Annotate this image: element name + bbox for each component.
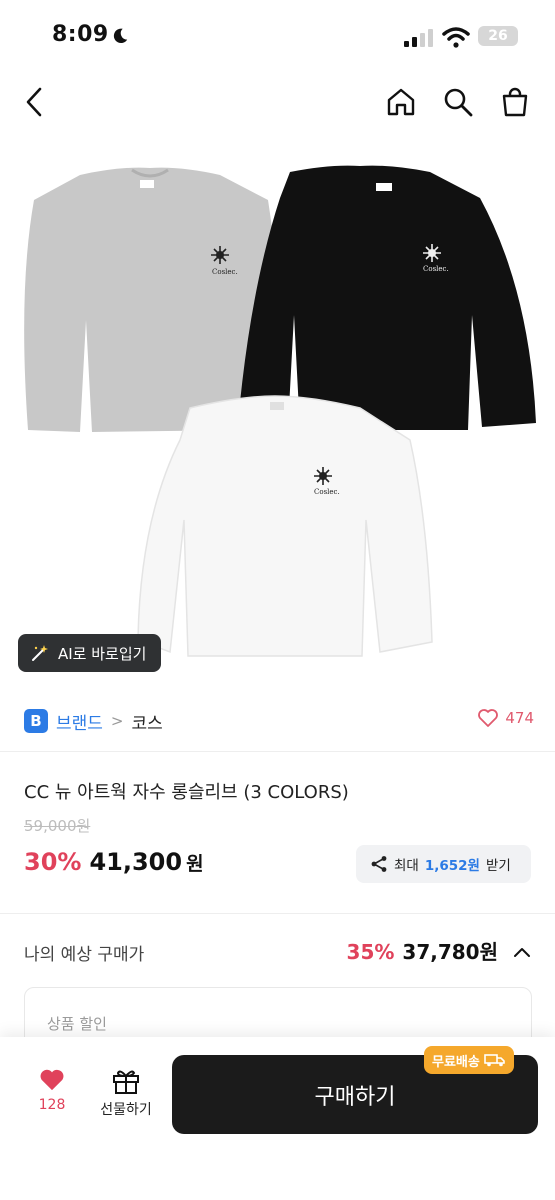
product-like-count: 474 <box>505 709 534 727</box>
cart-button[interactable] <box>493 78 537 126</box>
divider <box>0 751 555 752</box>
ai-try-on-button[interactable]: AI로 바로입기 <box>18 634 161 672</box>
home-button[interactable] <box>379 78 423 126</box>
bottom-like-count: 128 <box>38 1097 66 1113</box>
share-suffix: 받기 <box>485 858 511 874</box>
discount-rate: 30% <box>24 848 82 876</box>
search-icon <box>444 88 473 117</box>
search-button[interactable] <box>436 78 480 126</box>
gift-label: 선물하기 <box>100 1102 152 1118</box>
status-bar: 8:09 26 <box>0 0 555 70</box>
bottom-like-button[interactable]: 128 <box>24 1067 80 1127</box>
svg-text:Coslec.: Coslec. <box>212 268 238 276</box>
share-amount: 1,652원 <box>424 858 480 874</box>
divider <box>0 913 555 914</box>
svg-text:Coslec.: Coslec. <box>314 488 340 496</box>
wifi-icon <box>442 27 470 48</box>
currency-label: 원 <box>186 853 204 875</box>
share-reward-button[interactable]: 최대 1,652원 받기 <box>356 845 531 883</box>
heart-outline-icon <box>478 709 499 727</box>
original-price: 59,000원 <box>24 817 91 835</box>
ai-try-on-label: AI로 바로입기 <box>58 644 147 663</box>
chevron-left-icon <box>26 87 42 117</box>
product-image[interactable]: Coslec. Coslec. Coslec. <box>0 140 555 690</box>
expected-price-row[interactable]: 나의 예상 구매가 35% 37,780원 <box>24 936 532 966</box>
brand-link[interactable]: 브랜드 <box>56 709 103 734</box>
brand-badge: B <box>24 709 48 733</box>
free-shipping-badge: 무료배송 <box>424 1046 514 1074</box>
home-icon <box>387 88 415 116</box>
expected-price-value: 35% 37,780원 <box>347 936 532 965</box>
white-shirt: Coslec. <box>137 395 433 657</box>
back-button[interactable] <box>12 78 56 126</box>
heart-filled-icon <box>40 1069 64 1091</box>
truck-icon <box>484 1054 505 1067</box>
status-time: 8:09 <box>52 22 109 47</box>
product-discount-label: 상품 할인 <box>47 1015 107 1033</box>
battery-level: 26 <box>488 28 508 44</box>
moon-icon <box>113 28 128 44</box>
signal-icon <box>404 29 433 47</box>
breadcrumb-separator: > <box>110 712 124 730</box>
magic-wand-icon <box>32 645 48 661</box>
bottom-action-bar: 128 선물하기 구매하기 무료배송 <box>0 1037 555 1200</box>
share-prefix: 최대 <box>394 858 419 874</box>
price-row: 30% 41,300 원 <box>24 848 204 876</box>
expected-price-label: 나의 예상 구매가 <box>24 945 145 965</box>
category-link[interactable]: 코스 <box>132 709 163 734</box>
product-title: CC 뉴 아트웍 자수 롱슬리브 (3 COLORS) <box>24 782 349 803</box>
top-nav <box>0 78 555 126</box>
expected-price: 37,780원 <box>402 940 498 964</box>
gift-icon <box>113 1070 139 1094</box>
share-icon <box>371 856 387 872</box>
chevron-up-icon[interactable] <box>512 945 532 959</box>
brand-row: B 브랜드 > 코스 474 <box>24 706 534 736</box>
shopping-bag-icon <box>502 87 528 117</box>
expected-discount: 35% <box>346 940 395 964</box>
free-shipping-label: 무료배송 <box>432 1054 480 1070</box>
gift-button[interactable]: 선물하기 <box>92 1067 160 1127</box>
svg-text:Coslec.: Coslec. <box>423 265 449 273</box>
product-photo: Coslec. Coslec. Coslec. <box>24 165 536 657</box>
sale-price: 41,300 <box>89 848 183 876</box>
battery-indicator: 26 <box>478 26 518 46</box>
product-like-button[interactable]: 474 <box>477 708 534 728</box>
black-shirt: Coslec. <box>238 165 536 430</box>
